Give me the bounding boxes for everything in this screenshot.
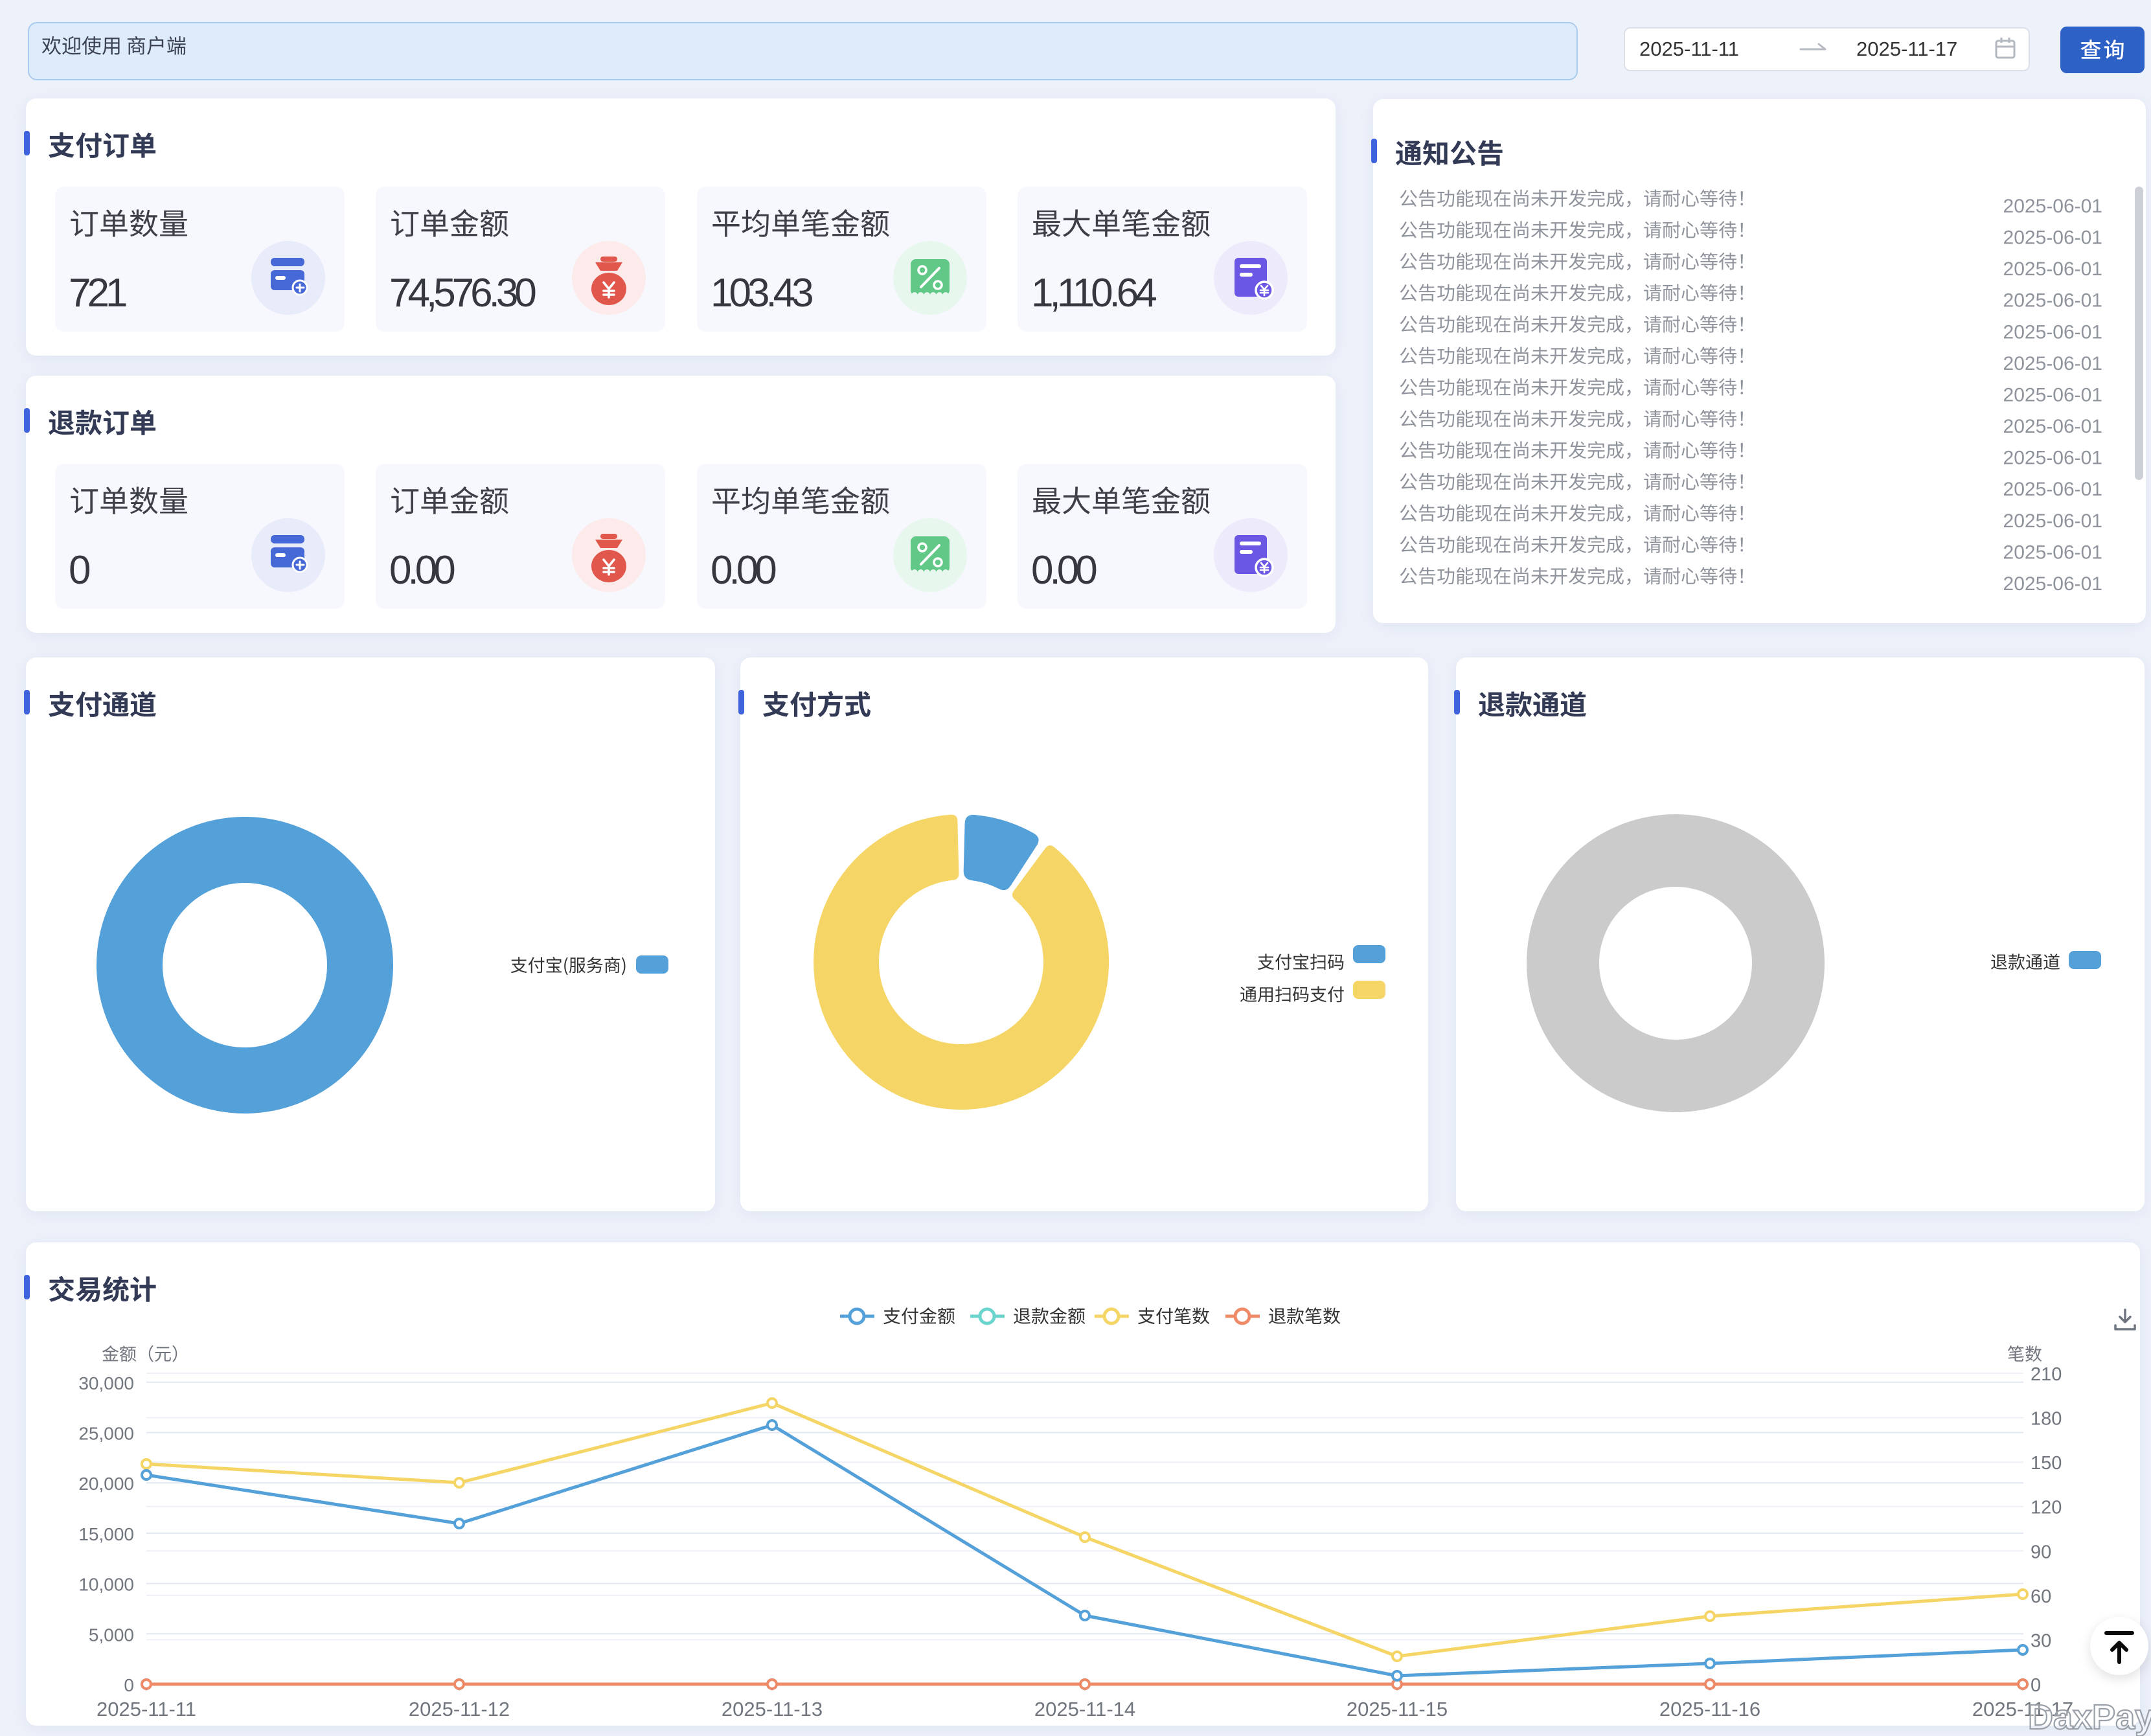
svg-text:0.00: 0.00: [1031, 548, 1097, 593]
svg-text:1,110.64: 1,110.64: [1031, 271, 1156, 315]
svg-text:0: 0: [2031, 1675, 2041, 1696]
svg-text:2025-06-01: 2025-06-01: [2003, 258, 2102, 280]
svg-text:2025-11-14: 2025-11-14: [1034, 1698, 1135, 1720]
svg-text:15,000: 15,000: [78, 1524, 134, 1544]
svg-text:2025-06-01: 2025-06-01: [2003, 479, 2102, 500]
svg-text:2025-06-01: 2025-06-01: [2003, 196, 2102, 217]
svg-text:2025-06-01: 2025-06-01: [2003, 384, 2102, 405]
svg-text:10,000: 10,000: [78, 1575, 134, 1595]
svg-text:2025-06-01: 2025-06-01: [2003, 573, 2102, 595]
svg-text:2025-11-17: 2025-11-17: [1856, 38, 1957, 60]
svg-text:5,000: 5,000: [89, 1625, 134, 1645]
svg-text:2025-06-01: 2025-06-01: [2003, 290, 2102, 312]
svg-text:2025-11-11: 2025-11-11: [97, 1698, 196, 1720]
svg-text:0.00: 0.00: [711, 548, 776, 593]
svg-text:2025-11-13: 2025-11-13: [722, 1698, 823, 1720]
svg-text:2025-11-12: 2025-11-12: [409, 1698, 510, 1720]
svg-text:0.00: 0.00: [389, 548, 455, 593]
svg-text:2025-06-01: 2025-06-01: [2003, 510, 2102, 532]
svg-text:2025-06-01: 2025-06-01: [2003, 227, 2102, 249]
svg-text:30,000: 30,000: [78, 1373, 134, 1393]
svg-text:180: 180: [2031, 1409, 2062, 1430]
svg-text:2025-06-01: 2025-06-01: [2003, 542, 2102, 563]
svg-text:2025-11-16: 2025-11-16: [1659, 1698, 1760, 1720]
svg-text:150: 150: [2031, 1453, 2062, 1474]
svg-text:103.43: 103.43: [711, 271, 812, 315]
svg-text:721: 721: [69, 271, 126, 315]
svg-text:0: 0: [124, 1675, 134, 1695]
svg-text:74,576.30: 74,576.30: [389, 271, 536, 315]
svg-text:2025-11-11: 2025-11-11: [1639, 38, 1739, 60]
svg-text:0: 0: [69, 548, 90, 593]
svg-text:2025-06-01: 2025-06-01: [2003, 321, 2102, 343]
svg-text:120: 120: [2031, 1498, 2062, 1518]
svg-text:25,000: 25,000: [78, 1424, 134, 1444]
svg-text:2025-06-01: 2025-06-01: [2003, 448, 2102, 469]
svg-text:60: 60: [2031, 1586, 2051, 1607]
svg-text:20,000: 20,000: [78, 1474, 134, 1494]
svg-text:90: 90: [2031, 1542, 2051, 1562]
svg-text:DaxPay: DaxPay: [2028, 1698, 2151, 1736]
svg-text:210: 210: [2031, 1364, 2062, 1385]
svg-text:2025-11-15: 2025-11-15: [1347, 1698, 1448, 1720]
svg-text:2025-06-01: 2025-06-01: [2003, 416, 2102, 437]
svg-text:2025-06-01: 2025-06-01: [2003, 353, 2102, 374]
svg-text:30: 30: [2031, 1630, 2051, 1651]
